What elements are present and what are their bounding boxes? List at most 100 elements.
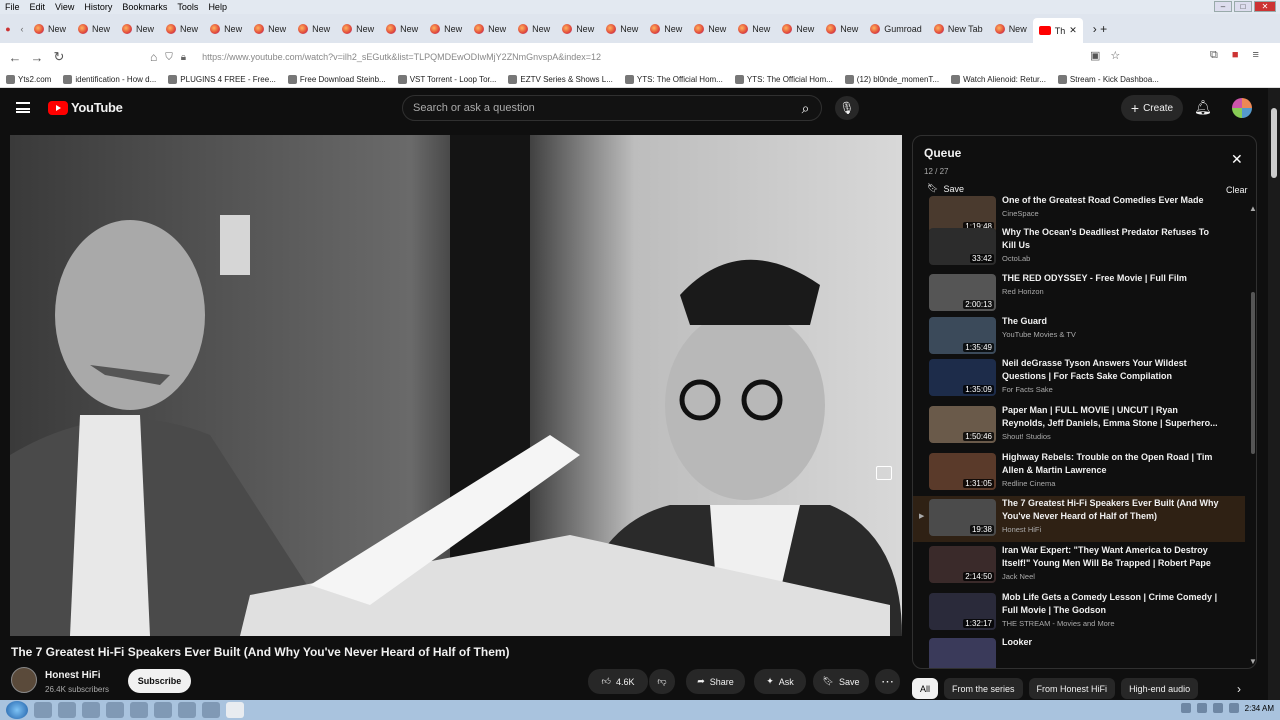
url-text[interactable]: https://www.youtube.com/watch?v=ilh2_sEG… xyxy=(202,52,601,62)
notifications-bell-icon[interactable]: 🔔︎ xyxy=(1194,99,1212,116)
bookmark-item[interactable]: Yts2.com xyxy=(0,74,57,84)
network-icon[interactable] xyxy=(1212,703,1223,713)
video-player[interactable] xyxy=(10,135,902,636)
browser-tab[interactable]: New xyxy=(292,14,336,43)
queue-item[interactable]: 2:14:50 Iran War Expert: "They Want Ameri… xyxy=(913,543,1245,589)
bookmark-item[interactable]: Free Download Steinb... xyxy=(282,74,392,84)
queue-thumbnail[interactable]: 33:42 xyxy=(929,228,996,265)
channel-avatar[interactable] xyxy=(11,667,37,693)
hamburger-menu-icon[interactable] xyxy=(16,102,30,113)
tabs-scroll-left-icon[interactable]: ‹ xyxy=(16,24,28,34)
firefox-view-icon[interactable]: ● xyxy=(0,24,16,34)
notepad-icon[interactable] xyxy=(58,702,76,718)
menu-history[interactable]: History xyxy=(79,2,117,12)
ask-button[interactable]: ✦ Ask xyxy=(754,669,806,694)
browser-tab[interactable]: New xyxy=(72,14,116,43)
menu-help[interactable]: Help xyxy=(203,2,232,12)
pen-icon[interactable] xyxy=(154,702,172,718)
chip-from-series[interactable]: From the series xyxy=(944,678,1023,699)
firefox-taskbar-icon[interactable] xyxy=(226,702,244,718)
browser-tab[interactable]: New Tab xyxy=(928,14,989,43)
browser-tab[interactable]: New xyxy=(380,14,424,43)
chevron-up-icon[interactable]: ▲ xyxy=(1249,204,1256,213)
more-actions-icon[interactable]: ⋯ xyxy=(875,669,900,694)
chip-from-channel[interactable]: From Honest HiFi xyxy=(1028,678,1116,699)
home-icon[interactable]: ⌂ xyxy=(150,50,157,64)
queue-item[interactable]: 2:00:13 THE RED ODYSSEY - Free Movie | Fu… xyxy=(913,271,1245,317)
battery-icon[interactable] xyxy=(1228,703,1239,713)
channel-name[interactable]: Honest HiFi xyxy=(45,670,101,681)
extension-red-icon[interactable]: ■ xyxy=(1232,49,1239,62)
queue-item[interactable]: ▶ 19:38 The 7 Greatest Hi-Fi Speakers Ever… xyxy=(913,496,1245,542)
browser-tab[interactable]: New xyxy=(820,14,864,43)
browser-tab[interactable]: New xyxy=(116,14,160,43)
browser-tab[interactable]: New xyxy=(28,14,72,43)
queue-item[interactable]: 1:32:17 Mob Life Gets a Comedy Lesson | C… xyxy=(913,590,1245,636)
browser-tab[interactable]: New xyxy=(424,14,468,43)
network-app-icon[interactable] xyxy=(106,702,124,718)
shield-icon[interactable]: ⛉ xyxy=(165,52,173,63)
forward-icon[interactable]: → xyxy=(26,50,48,65)
queue-item[interactable]: Looker xyxy=(913,635,1245,668)
new-tab-icon[interactable]: › + xyxy=(1093,22,1107,36)
search-input[interactable]: Search or ask a question xyxy=(402,95,822,121)
bookmark-item[interactable]: YTS: The Official Hom... xyxy=(729,74,839,84)
browser-tab[interactable]: New xyxy=(556,14,600,43)
browser-tab[interactable]: New xyxy=(512,14,556,43)
chip-high-end-audio[interactable]: High-end audio xyxy=(1121,678,1199,699)
queue-thumbnail[interactable]: 2:00:13 xyxy=(929,274,996,311)
browser-tab[interactable]: New xyxy=(204,14,248,43)
extensions-icon[interactable]: ⧉ xyxy=(1210,49,1218,62)
browser-tab-active[interactable]: Th ✕ xyxy=(1032,18,1083,43)
bookmark-item[interactable]: identification - How d... xyxy=(57,74,162,84)
miniplayer-icon[interactable] xyxy=(876,466,892,480)
back-icon[interactable]: ← xyxy=(4,50,26,65)
page-scrollbar[interactable] xyxy=(1268,88,1280,700)
queue-scrollbar[interactable] xyxy=(1251,292,1255,454)
browser-tab[interactable]: New xyxy=(776,14,820,43)
youtube-logo[interactable]: YouTube xyxy=(48,100,123,115)
reader-view-icon[interactable]: ▣ xyxy=(1090,49,1100,62)
bookmark-item[interactable]: (12) bl0nde_momenT... xyxy=(839,74,945,84)
bookmark-item[interactable]: YTS: The Official Hom... xyxy=(619,74,729,84)
queue-thumbnail[interactable]: 2:14:50 xyxy=(929,546,996,583)
app-menu-icon[interactable]: ≡ xyxy=(1253,49,1259,62)
like-button[interactable]: 👍︎ 4.6K xyxy=(588,669,648,694)
browser-tab[interactable]: New xyxy=(336,14,380,43)
queue-thumbnail[interactable]: 19:38 xyxy=(929,499,996,536)
save-button[interactable]: 🔖︎ Save xyxy=(813,669,869,694)
browser-tab[interactable]: New xyxy=(732,14,776,43)
browser-tab[interactable]: New xyxy=(989,14,1033,43)
queue-item[interactable]: 1:35:49 The Guard YouTube Movies & TV xyxy=(913,314,1245,360)
browser-tab[interactable]: New xyxy=(644,14,688,43)
queue-thumbnail[interactable]: 1:35:49 xyxy=(929,317,996,354)
reload-icon[interactable]: ↻ xyxy=(48,49,70,65)
subscribe-button[interactable]: Subscribe xyxy=(128,669,191,693)
bookmark-item[interactable]: Stream - Kick Dashboa... xyxy=(1052,74,1165,84)
chevron-down-icon[interactable]: ▼ xyxy=(1249,657,1256,666)
queue-thumbnail[interactable]: 1:35:09 xyxy=(929,359,996,396)
bookmark-item[interactable]: Watch Alienoid: Retur... xyxy=(945,74,1052,84)
queue-thumbnail[interactable]: 1:32:17 xyxy=(929,593,996,630)
chip-all[interactable]: All xyxy=(912,678,939,699)
app-icon[interactable] xyxy=(82,702,100,718)
speaker-icon[interactable] xyxy=(1196,703,1207,713)
tray-arrow-icon[interactable] xyxy=(1180,703,1191,713)
browser-tab[interactable]: New xyxy=(600,14,644,43)
explorer-icon[interactable] xyxy=(34,702,52,718)
browser-tab[interactable]: New xyxy=(160,14,204,43)
queue-thumbnail[interactable]: 1:50:46 xyxy=(929,406,996,443)
browser-tab[interactable]: Gumroad xyxy=(864,14,928,43)
browser-tab[interactable]: New xyxy=(248,14,292,43)
purple-app-icon[interactable] xyxy=(202,702,220,718)
menu-bookmarks[interactable]: Bookmarks xyxy=(117,2,172,12)
maximize-button[interactable]: □ xyxy=(1234,1,1252,12)
menu-edit[interactable]: Edit xyxy=(25,2,51,12)
chevron-right-icon[interactable]: › xyxy=(1237,682,1241,696)
queue-item[interactable]: 1:50:46 Paper Man | FULL MOVIE | UNCUT | … xyxy=(913,403,1245,449)
queue-item[interactable]: 1:35:09 Neil deGrasse Tyson Answers Your … xyxy=(913,356,1245,402)
account-avatar[interactable] xyxy=(1232,98,1252,118)
bookmark-star-icon[interactable]: ☆ xyxy=(1110,49,1120,62)
microphone-icon[interactable]: 🎙︎ xyxy=(835,96,859,120)
menu-file[interactable]: File xyxy=(0,2,25,12)
